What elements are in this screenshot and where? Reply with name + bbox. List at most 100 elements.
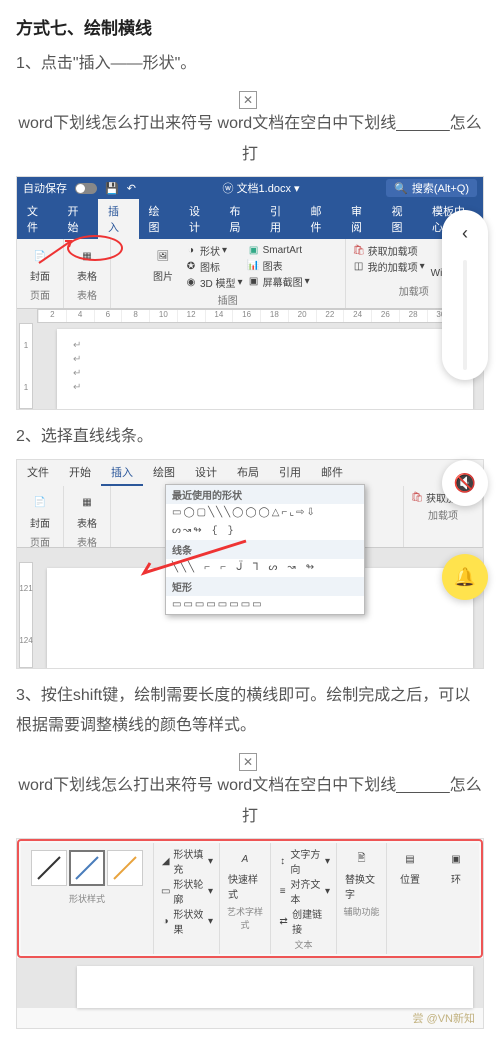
smartart-button[interactable]: ▣SmartArt [247,243,310,257]
effects-icon: ◑ [160,914,171,928]
tab-design[interactable]: 设计 [185,460,227,486]
tab-draw[interactable]: 绘图 [139,199,180,239]
smartart-icon: ▣ [247,243,261,257]
icons-button[interactable]: ✪图标 [184,259,243,274]
align-text-button[interactable]: ≡对齐文本 ▾ [277,876,330,906]
group-arrange: ▤位置 [387,843,433,954]
group-pages: 📄封面 页面 [17,486,64,547]
group-illustrations: 🖼 图片 ◑形状 ▾ ✪图标 ◉3D 模型 ▾ ▣SmartArt 📊图表 ▣屏… [111,239,346,308]
dd-lines-row[interactable]: ╲╲╲ ⌐ ⌐ ᒏ ᒣ ᔕ ↝ ↬ [166,559,364,577]
tab-file[interactable]: 文件 [17,460,59,486]
scroll-pill[interactable]: ‹ [442,210,488,380]
style-swatch-3[interactable] [107,850,143,886]
outline-icon: ▭ [160,884,171,898]
shape-effects-button[interactable]: ◑形状效果 ▾ [160,906,213,936]
my-addins-button[interactable]: ◫我的加载项 ▾ [352,259,425,274]
get-addins-button[interactable]: 🛍获取加载项 [352,243,425,258]
text-direction-button[interactable]: ↕文字方向 ▾ [277,846,330,876]
broken-image-caption-1: ✕ word下划线怎么打出来符号 word文档在空白中下划线______怎么打 [16,85,484,170]
icons-icon: ✪ [184,260,198,274]
chevron-left-icon[interactable]: ‹ [462,210,468,256]
dd-section-rects: 矩形 [166,577,364,596]
mute-button[interactable]: 🔇 [442,460,488,506]
store-icon: 🛍 [352,244,366,258]
tab-draw[interactable]: 绘图 [143,460,185,486]
chart-button[interactable]: 📊图表 [247,258,310,273]
ribbon-tabs-2: 文件 开始 插入 绘图 设计 布局 引用 邮件 [17,460,483,486]
broken-image-text: word下划线怎么打出来符号 word文档在空白中下划线______怎么打 [16,771,484,832]
speaker-muted-icon: 🔇 [454,473,476,494]
quick-styles-button[interactable]: A快速样式 [226,846,264,903]
shape-fill-button[interactable]: ◢形状填充 ▾ [160,846,213,876]
screenshot-word-insert-shapes: 自动保存 💾 ↶ ⓦ 文档1.docx ▾ 🔍 搜索(Alt+Q) 文件 开始 … [16,176,484,410]
dd-recent-shapes[interactable]: ▭◯▢╲╲╲◯◯◯△⌐⌞⇨⇩ [166,504,364,522]
group-tables: ▦表格 表格 [64,486,111,547]
tab-layout[interactable]: 布局 [220,199,261,239]
tab-insert[interactable]: 插入 [101,460,143,486]
step-2-text: 2、选择直线线条。 [16,422,484,452]
3d-icon: ◉ [184,276,198,290]
group-wrap: ▣环 [433,843,479,954]
shapes-button[interactable]: ◑形状 ▾ [184,243,243,258]
ribbon-tabs: 文件 开始 插入 绘图 设计 布局 引用 邮件 审阅 视图 模板中心 [17,199,483,239]
wrap-button[interactable]: ▣环 [439,846,473,888]
pictures-button[interactable]: 🖼 图片 [146,243,180,285]
paragraph-mark: ↵ [73,339,457,353]
group-shape-styles: 形状样式 [21,843,154,954]
dd-section-recent: 最近使用的形状 [166,485,364,504]
ruler-vertical: 11 [19,323,33,409]
autosave-label: 自动保存 [23,180,67,196]
autosave-toggle[interactable] [75,183,97,194]
paragraph-mark: ↵ [73,353,457,367]
broken-image-text: word下划线怎么打出来符号 word文档在空白中下划线______怎么打 [16,109,484,170]
wrap-icon: ▣ [445,848,467,870]
tab-mailings[interactable]: 邮件 [311,460,353,486]
watermark-text: 尝 @VN新知 [17,1008,483,1028]
tab-home[interactable]: 开始 [59,460,101,486]
align-icon: ≡ [277,884,288,898]
shape-outline-button[interactable]: ▭形状轮廓 ▾ [160,876,213,906]
tab-layout[interactable]: 布局 [227,460,269,486]
tab-design[interactable]: 设计 [179,199,220,239]
tab-view[interactable]: 视图 [382,199,423,239]
tab-references[interactable]: 引用 [269,460,311,486]
create-link-button[interactable]: ⇄创建链接 [277,906,330,936]
textdir-icon: ↕ [277,854,288,868]
bell-icon: 🔔 [454,567,476,588]
screenshot-button[interactable]: ▣屏幕截图 ▾ [247,274,310,289]
style-swatch-2[interactable] [69,850,105,886]
3d-model-button[interactable]: ◉3D 模型 ▾ [184,275,243,290]
dd-rects-row[interactable]: ▭▭▭▭▭▭▭▭ [166,596,364,614]
page[interactable]: ↵ ↵ ↵ ↵ [57,329,473,409]
word-title-bar: 自动保存 💾 ↶ ⓦ 文档1.docx ▾ 🔍 搜索(Alt+Q) [17,177,483,199]
word-logo-icon: ⓦ [223,183,234,195]
tab-insert[interactable]: 插入 [98,199,139,239]
position-icon: ▤ [399,848,421,870]
tab-references[interactable]: 引用 [260,199,301,239]
ribbon-body: 📄 封面 页面 ▦ 表格 表格 🖼 [17,239,483,309]
ruler-vertical: 121124 [19,562,33,668]
tab-review[interactable]: 审阅 [341,199,382,239]
style-swatch-1[interactable] [31,850,67,886]
scroll-track[interactable] [463,260,467,370]
document-title[interactable]: 文档1.docx ▾ [237,183,300,195]
save-icon[interactable]: 💾 [105,182,119,195]
position-button[interactable]: ▤位置 [393,846,427,888]
search-placeholder: 搜索(Alt+Q) [412,180,469,196]
tab-home[interactable]: 开始 [58,199,99,239]
screenshot-icon: ▣ [247,275,261,289]
dd-recent-shapes-2[interactable]: ᔕ↝↬ { } [166,522,364,540]
group-shape-props: ◢形状填充 ▾ ▭形状轮廓 ▾ ◑形状效果 ▾ [154,843,220,954]
tab-file[interactable]: 文件 [17,199,58,239]
cover-page-button[interactable]: 📄封面 [23,490,57,532]
pictures-icon: 🖼 [152,245,174,267]
notification-button[interactable]: 🔔 [442,554,488,600]
alt-text-button[interactable]: 🖹替换文字 [343,846,380,903]
annotation-arrow-icon [136,539,256,579]
table-button[interactable]: ▦表格 [70,490,104,532]
shapes-dropdown[interactable]: 最近使用的形状 ▭◯▢╲╲╲◯◯◯△⌐⌞⇨⇩ ᔕ↝↬ { } 线条 ╲╲╲ ⌐ … [165,484,365,615]
search-box[interactable]: 🔍 搜索(Alt+Q) [386,179,477,197]
tab-mailings[interactable]: 邮件 [301,199,342,239]
link-icon: ⇄ [277,914,290,928]
undo-icon[interactable]: ↶ [127,182,136,195]
